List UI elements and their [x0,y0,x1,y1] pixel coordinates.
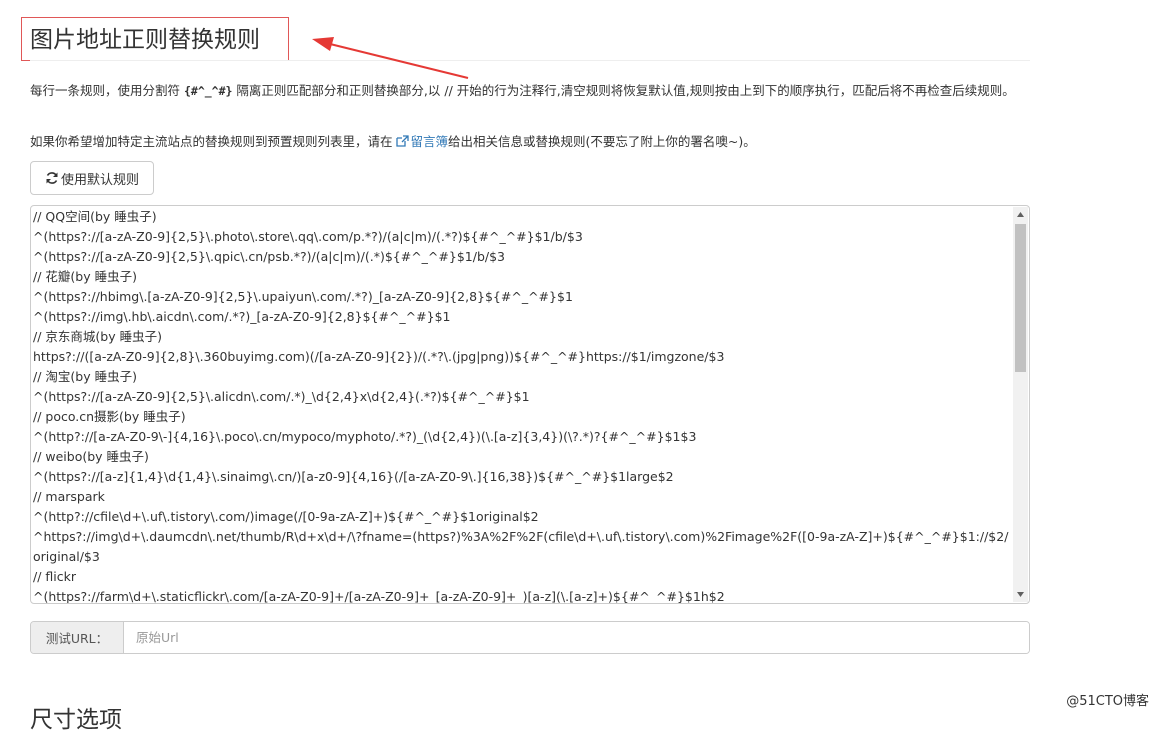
rule-line: https?://([a-zA-Z0-9]{2,8}\.360buyimg.co… [33,349,725,364]
rule-line: ^(http?://[a-zA-Z0-9\-]{4,16}\.poco\.cn/… [33,429,697,444]
refresh-icon [46,172,58,184]
rule-line: ^(https?://[a-zA-Z0-9]{2,5}\.alicdn\.com… [33,389,530,404]
test-url-label: 测试URL： [31,622,124,653]
rule-line: ^https?://img\d+\.daumcdn\.net/thumb/R\d… [33,529,1009,564]
rule-line: // QQ空间(by 睡虫子) [33,209,157,224]
rule-line: // marspark [33,489,105,504]
contribution-note: 如果你希望增加特定主流站点的替换规则到预置规则列表里，请在 留言簿给出相关信息或… [30,132,1028,151]
rule-line: // 京东商城(by 睡虫子) [33,329,162,344]
rule-line: // flickr [33,569,76,584]
rule-line: // 淘宝(by 睡虫子) [33,369,137,384]
rule-line: ^(https?://farm\d+\.staticflickr\.com/[a… [33,589,725,604]
use-default-rules-label: 使用默认规则 [60,172,139,188]
separator-code: {#^_^#} [183,84,233,98]
scroll-up-arrow-icon[interactable] [1013,207,1028,222]
rules-scrollbar[interactable] [1013,207,1028,602]
rules-description: 每行一条规则，使用分割符 {#^_^#} 隔离正则匹配部分和正则替换部分,以 /… [30,81,1028,101]
rules-textarea[interactable]: // QQ空间(by 睡虫子) ^(https?://[a-zA-Z0-9]{2… [30,205,1030,604]
rule-line: // poco.cn摄影(by 睡虫子) [33,409,186,424]
scroll-down-arrow-icon[interactable] [1013,587,1028,602]
title-divider [30,60,1030,61]
size-options-heading: 尺寸选项 [30,707,122,733]
rule-line: ^(https?://hbimg\.[a-zA-Z0-9]{2,5}\.upai… [33,289,573,304]
note-text-2: 给出相关信息或替换规则(不要忘了附上你的署名噢~)。 [448,134,756,149]
rule-line: // weibo(by 睡虫子) [33,449,149,464]
rule-line: ^(http?://cfile\d+\.uf\.tistory\.com/)im… [33,509,539,524]
rule-line: ^(https?://[a-zA-Z0-9]{2,5}\.photo\.stor… [33,229,583,244]
scrollbar-thumb[interactable] [1015,224,1026,372]
desc-text-1: 每行一条规则，使用分割符 [30,83,184,98]
desc-text-2: 隔离正则匹配部分和正则替换部分,以 // 开始的行为注释行,清空规则将恢复默认值… [232,83,1015,98]
rule-line: ^(https?://img\.hb\.aicdn\.com/.*?)_[a-z… [33,309,451,324]
rule-line: // 花瓣(by 睡虫子) [33,269,137,284]
page-title: 图片地址正则替换规则 [30,27,260,53]
rule-line: ^(https?://[a-z]{1,4}\d{1,4}\.sinaimg\.c… [33,469,674,484]
guestbook-link-label: 留言簿 [410,134,448,149]
rules-content: // QQ空间(by 睡虫子) ^(https?://[a-zA-Z0-9]{2… [32,207,1012,604]
guestbook-link[interactable]: 留言簿 [396,134,448,149]
rule-line: ^(https?://[a-zA-Z0-9]{2,5}\.qpic\.cn/ps… [33,249,505,264]
test-url-group: 测试URL： [30,621,1030,654]
use-default-rules-button[interactable]: 使用默认规则 [30,161,154,195]
external-link-icon [396,135,410,147]
annotation-arrow [312,37,469,79]
note-text-1: 如果你希望增加特定主流站点的替换规则到预置规则列表里，请在 [30,134,397,149]
test-url-input[interactable] [124,622,1029,653]
watermark: @51CTO博客 [1066,694,1149,709]
